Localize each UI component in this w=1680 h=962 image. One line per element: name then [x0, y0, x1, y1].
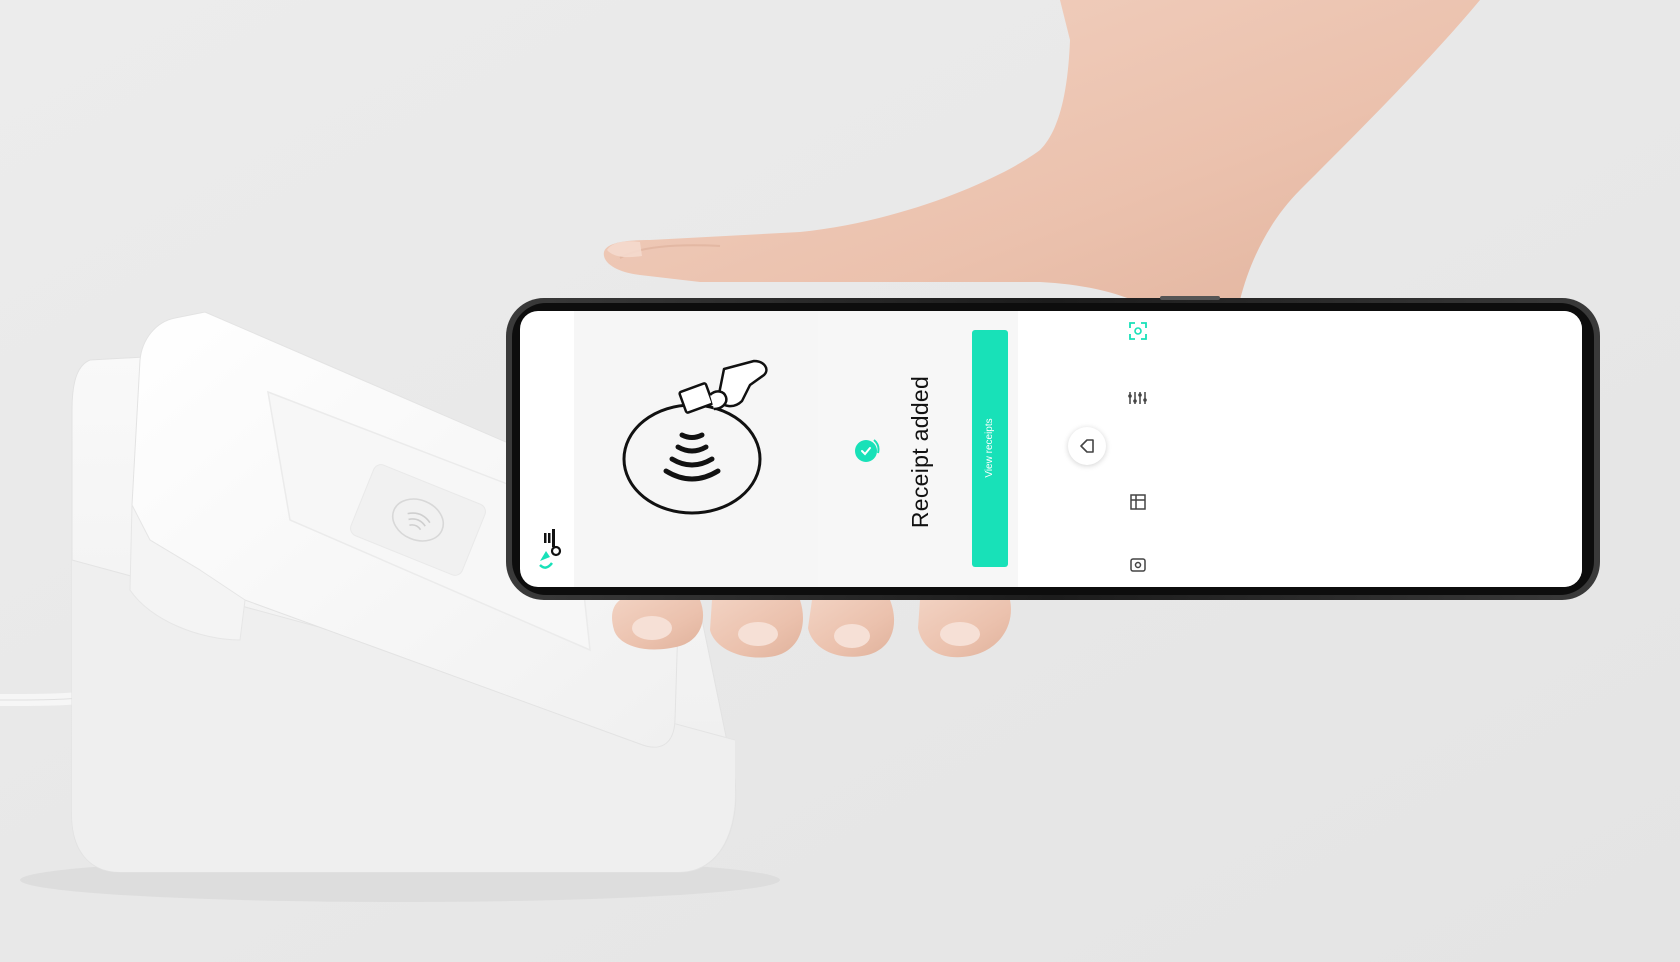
- spacer: [1052, 311, 1074, 323]
- phone-screen: Receipt added View receipts: [520, 311, 1582, 587]
- scan-icon[interactable]: [1540, 311, 1562, 321]
- page-title: Receipt added: [907, 375, 933, 529]
- home-icon: [1080, 439, 1094, 453]
- nav-bar: [1520, 311, 1582, 587]
- product-photo-scene: Receipt added View receipts: [0, 0, 1680, 962]
- brand-logo: [539, 529, 562, 569]
- contactless-tap-icon: [622, 359, 768, 515]
- illustration-panel: [574, 311, 819, 587]
- view-receipts-button[interactable]: View receipts: [972, 330, 1008, 567]
- check-circle-icon: [855, 439, 880, 462]
- view-receipts-label: View receipts: [984, 418, 995, 478]
- home-nav-button[interactable]: [1068, 427, 1106, 465]
